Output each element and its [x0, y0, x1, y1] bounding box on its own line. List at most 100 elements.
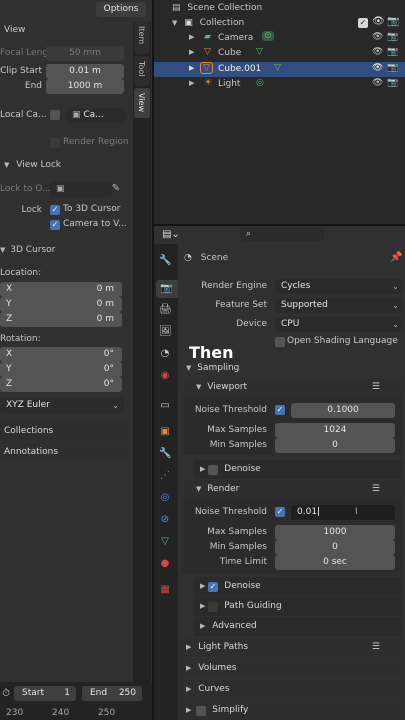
collection-tab-icon[interactable]: ▭ [159, 400, 171, 412]
frame-end-field[interactable]: End 250 [82, 686, 142, 701]
r-min-samples-field[interactable]: 0 [275, 540, 395, 555]
tab-item[interactable]: Item [134, 22, 150, 54]
options-dropdown[interactable]: Options [96, 2, 146, 17]
camera-render-icon[interactable]: 📷 [387, 32, 398, 42]
vp-noise-threshold-checkbox[interactable]: ✓ [275, 405, 285, 415]
output-tab-icon[interactable]: 🖨 [159, 304, 172, 316]
render-engine-dropdown[interactable]: Cycles ⌄ [275, 279, 403, 294]
outliner-row-camera[interactable]: ▶ ▰ Camera ⊙ 👁 📷 [154, 31, 405, 46]
collection-exclude-checkbox[interactable]: ✓ [358, 18, 368, 28]
rotation-y-value: 0° [103, 364, 114, 374]
path-guiding-subpanel-header[interactable]: ▶ Path Guiding [194, 597, 402, 616]
clip-start-field[interactable]: 0.01 m [46, 64, 124, 79]
clip-end-field[interactable]: 1000 m [46, 79, 124, 94]
particles-tab-icon[interactable]: ⋰ [159, 470, 171, 482]
curves-panel-header[interactable]: ▶ Curves [180, 680, 402, 699]
tab-tool[interactable]: Tool [134, 56, 150, 86]
physics-tab-icon[interactable]: ◎ [159, 492, 171, 504]
r-noise-threshold-checkbox[interactable]: ✓ [275, 507, 285, 517]
r-noise-threshold-value: 0.01 [297, 507, 318, 517]
camera-render-icon[interactable]: 📷 [387, 63, 398, 73]
modifier-tab-icon[interactable]: 🔧 [159, 448, 171, 460]
rotation-mode-dropdown[interactable]: XYZ Euler ⌄ [0, 398, 124, 413]
eyedropper-icon[interactable]: ✎ [110, 183, 122, 195]
collections-panel-header[interactable]: Collections [0, 422, 128, 441]
location-x-field[interactable]: X 0 m [0, 282, 122, 297]
r-time-limit-field[interactable]: 0 sec [275, 555, 395, 570]
eye-icon[interactable]: 👁 [372, 63, 383, 73]
location-y-field[interactable]: Y 0 m [0, 297, 122, 312]
render-region-checkbox[interactable] [50, 138, 60, 148]
scene-tab-icon[interactable]: ◔ [159, 348, 171, 360]
vp-noise-threshold-field[interactable]: 0.1000 [291, 403, 395, 418]
camera-render-icon[interactable]: 📷 [387, 16, 399, 28]
render-subpanel-header[interactable]: ▼ Render ☰ [182, 480, 402, 499]
vp-min-samples-field[interactable]: 0 [275, 438, 395, 453]
simplify-panel-header[interactable]: ▶ Simplify [180, 701, 402, 720]
camera-render-icon[interactable]: 📷 [387, 78, 398, 88]
vp-denoise-checkbox[interactable] [208, 465, 218, 475]
rotation-y-field[interactable]: Y 0° [0, 362, 122, 377]
vp-max-samples-field[interactable]: 1024 [275, 423, 395, 438]
to-3d-cursor-checkbox[interactable]: ✓ [50, 205, 60, 215]
list-icon[interactable]: ☰ [372, 638, 380, 657]
eye-icon[interactable]: 👁 [372, 32, 383, 42]
eye-icon[interactable]: 👁 [372, 78, 383, 88]
location-z-field[interactable]: Z 0 m [0, 312, 122, 327]
material-tab-icon[interactable]: ● [159, 558, 171, 570]
camera-to-view-checkbox[interactable]: ✓ [50, 220, 60, 230]
outliner-row-light[interactable]: ▶ ☀ Light ◎ 👁 📷 [154, 77, 405, 92]
viewport-subpanel-header[interactable]: ▼ Viewport ☰ [182, 378, 402, 397]
eye-icon[interactable]: 👁 [372, 47, 383, 57]
advanced-label: Advanced [212, 621, 257, 631]
data-tab-icon[interactable]: ▽ [159, 536, 171, 548]
device-dropdown[interactable]: CPU ⌄ [275, 317, 403, 332]
outliner-row-cube[interactable]: ▶ ▽ Cube ▽ 👁 📷 [154, 46, 405, 61]
stopwatch-icon[interactable]: ⏱ [0, 688, 12, 700]
view-lock-header[interactable]: ▼ View Lock [4, 160, 61, 170]
chevron-right-icon: ▶ [200, 582, 206, 590]
pin-icon[interactable]: 📌 [390, 252, 402, 264]
volumes-panel-header[interactable]: ▶ Volumes [180, 659, 402, 678]
camera-render-icon[interactable]: 📷 [387, 47, 398, 57]
advanced-subpanel-header[interactable]: ▶ Advanced [194, 617, 402, 636]
tool-tab-icon[interactable]: 🔧 [159, 255, 171, 267]
simplify-checkbox[interactable] [196, 706, 206, 716]
local-camera-field[interactable]: ▣ Ca... [66, 108, 126, 123]
feature-set-dropdown[interactable]: Supported ⌄ [275, 298, 403, 313]
texture-tab-icon[interactable]: ▦ [159, 584, 171, 596]
r-denoise-subpanel-header[interactable]: ▶ ✓ Denoise [194, 577, 402, 596]
frame-start-field[interactable]: Start 1 [14, 686, 76, 701]
collection-row[interactable]: ▼ ▣ Collection [172, 18, 244, 28]
eye-icon[interactable]: 👁 [372, 16, 385, 28]
r-noise-threshold-field[interactable]: 0.01| I [291, 505, 395, 520]
tab-view[interactable]: View [134, 88, 150, 118]
list-icon[interactable]: ☰ [372, 378, 380, 397]
view-layer-tab-icon[interactable]: 🖼 [159, 326, 172, 338]
outliner-row-cube001[interactable]: ▶ ▽ Cube.001 ▽ 👁 📷 [154, 62, 405, 77]
r-max-samples-field[interactable]: 1000 [275, 525, 395, 540]
focal-length-field[interactable]: 50 mm [46, 46, 124, 61]
search-icon: ⌕ [246, 229, 252, 239]
scene-collection-row[interactable]: ▤ Scene Collection [172, 3, 262, 13]
editor-type-icon[interactable]: ▤⌄ [160, 229, 182, 241]
local-camera-checkbox[interactable] [50, 110, 60, 120]
world-tab-icon[interactable]: ◉ [159, 370, 171, 382]
light-paths-panel-header[interactable]: ▶ Light Paths ☰ [180, 638, 402, 657]
rotation-z-field[interactable]: Z 0° [0, 377, 122, 392]
list-icon[interactable]: ☰ [372, 480, 380, 499]
vp-denoise-subpanel-header[interactable]: ▶ Denoise [194, 460, 402, 479]
annotations-panel-header[interactable]: Annotations [0, 443, 128, 462]
properties-search-input[interactable]: ⌕ [240, 227, 324, 241]
rotation-x-field[interactable]: X 0° [0, 347, 122, 362]
cursor-panel-header[interactable]: ▼ 3D Cursor [0, 245, 55, 255]
chevron-right-icon: ▶ [200, 602, 206, 610]
r-denoise-checkbox[interactable]: ✓ [208, 582, 218, 592]
sampling-panel-header[interactable]: ▼ Sampling [180, 359, 405, 378]
constraints-tab-icon[interactable]: ⊘ [159, 514, 171, 526]
path-guiding-checkbox[interactable] [208, 602, 218, 612]
object-tab-icon[interactable]: ▣ [159, 426, 171, 438]
lock-to-object-field[interactable]: ▣ [50, 182, 112, 197]
osl-checkbox[interactable] [275, 337, 285, 347]
view-panel-header[interactable]: View [4, 25, 25, 35]
